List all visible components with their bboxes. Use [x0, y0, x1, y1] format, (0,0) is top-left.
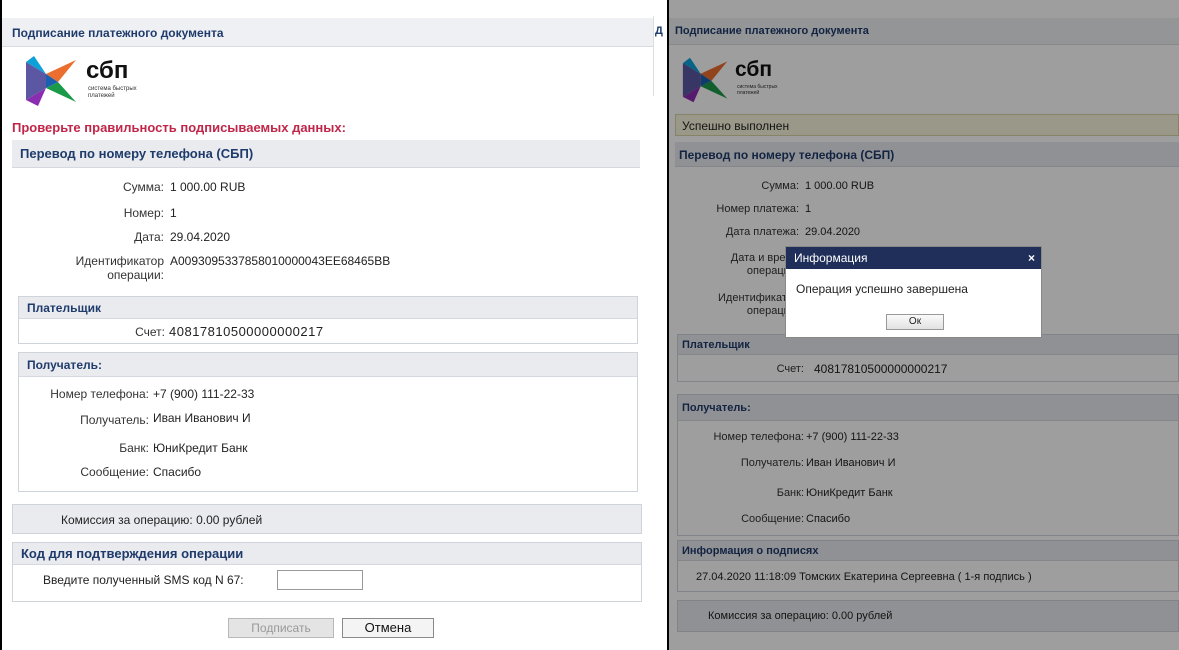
info-dialog-message: Операция успешно завершена — [796, 282, 968, 296]
info-dialog-header: Информация × — [786, 247, 1041, 269]
payer-header: Плательщик — [19, 297, 637, 319]
sms-code-input[interactable] — [277, 570, 363, 590]
sbp-logo-text: сбп — [86, 57, 129, 84]
number-label: Номер: — [123, 206, 164, 220]
recipient-header: Получатель: — [19, 353, 637, 377]
recipient-section: Получатель: Номер телефона: +7 (900) 111… — [18, 352, 638, 492]
date-value: 29.04.2020 — [170, 230, 231, 244]
sbp-logo-icon — [26, 56, 76, 106]
message-label: Сообщение: — [80, 465, 149, 479]
op-id-label-2: операции: — [107, 268, 164, 282]
transfer-section: Перевод по номеру телефона (СБП) Сумма: … — [12, 140, 640, 292]
op-id-label-1: Идентификатор — [75, 254, 164, 268]
sms-code-label: Введите полученный SMS код N 67: — [43, 573, 244, 587]
result-panel: Подписание платежного документа сбп сист… — [667, 0, 1179, 650]
recipient-name-label: Получатель: — [80, 413, 149, 427]
code-section: Код для подтверждения операции Введите п… — [12, 542, 642, 602]
recipient-name-value: Иван Иванович И — [153, 411, 251, 425]
phone-value: +7 (900) 111-22-33 — [153, 387, 255, 401]
bank-value: ЮниКредит Банк — [153, 441, 248, 455]
sign-document-panel: Подписание платежного документа сбп сист… — [0, 0, 653, 650]
op-id-value: A0093095337858010000043EE68465BB — [170, 254, 391, 268]
amount-value: 1 000.00 RUB — [170, 180, 246, 194]
info-dialog-title: Информация — [794, 251, 868, 265]
payer-section: Плательщик Счет: 40817810500000000217 — [18, 296, 638, 344]
commission-box: Комиссия за операцию: 0.00 рублей — [12, 504, 642, 534]
info-dialog: Информация × Операция успешно завершена … — [785, 246, 1042, 338]
ok-button[interactable]: Ок — [886, 314, 944, 330]
close-icon[interactable]: × — [1028, 247, 1035, 269]
commission-text: Комиссия за операцию: 0.00 рублей — [61, 513, 263, 527]
sign-button[interactable]: Подписать — [228, 618, 334, 638]
background-window-title-letter: Д — [655, 25, 663, 37]
sbp-logo: сбп система быстрых платежей — [24, 54, 184, 108]
message-value: Спасибо — [153, 465, 202, 479]
amount-label: Сумма: — [122, 180, 164, 194]
code-header: Код для подтверждения операции — [13, 543, 641, 565]
payer-account-value: 40817810500000000217 — [169, 324, 324, 339]
sbp-logo-sub2: платежей — [88, 93, 115, 99]
cancel-button[interactable]: Отмена — [342, 618, 434, 638]
phone-label: Номер телефона: — [50, 387, 149, 401]
panel-title: Подписание платежного документа — [12, 26, 224, 40]
verify-warning: Проверьте правильность подписываемых дан… — [12, 120, 346, 135]
payer-account-label: Счет: — [135, 325, 165, 339]
transfer-header: Перевод по номеру телефона (СБП) — [12, 140, 640, 168]
sbp-logo-sub1: система быстрых — [88, 86, 137, 92]
panel-header: Подписание платежного документа — [2, 18, 653, 47]
date-label: Дата: — [134, 230, 164, 244]
number-value: 1 — [170, 206, 177, 220]
bank-label: Банк: — [119, 441, 149, 455]
